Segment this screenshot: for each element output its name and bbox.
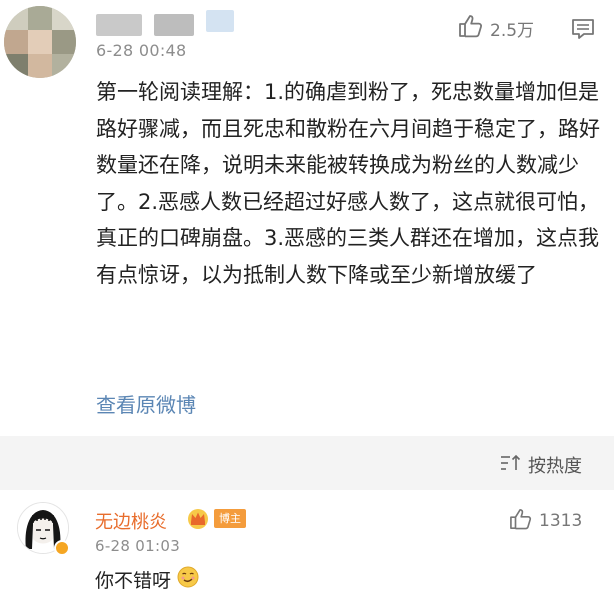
thumbs-up-icon	[509, 508, 533, 534]
comment-text-row: 你不错呀	[95, 566, 199, 593]
comment-menu-button[interactable]	[571, 18, 595, 44]
verified-badge-icon	[54, 540, 70, 556]
smirk-emoji-icon	[177, 566, 199, 593]
post-timestamp: 6-28 00:48	[96, 41, 187, 60]
weibo-comment-screen: 6-28 00:48 2.5万 第一轮阅读理解：1.的确虐到粉了，死忠数量增加但…	[0, 0, 614, 604]
sort-by-hot-button[interactable]: 按热度	[500, 452, 582, 478]
original-post: 6-28 00:48 2.5万 第一轮阅读理解：1.的确虐到粉了，死忠数量增加但…	[0, 0, 614, 436]
post-like-button[interactable]: 2.5万	[458, 14, 534, 42]
comment-like-button[interactable]: 1313	[509, 508, 582, 534]
sort-label: 按热度	[528, 456, 582, 477]
thumbs-up-icon	[458, 14, 484, 42]
post-body-text: 第一轮阅读理解：1.的确虐到粉了，死忠数量增加但是路好骤减，而且死忠和散粉在六月…	[96, 80, 600, 287]
comment-like-count: 1313	[539, 511, 583, 531]
post-like-count: 2.5万	[490, 20, 535, 41]
post-author-avatar[interactable]	[4, 6, 76, 78]
comment-text: 你不错呀	[95, 570, 172, 592]
username-redacted	[154, 14, 194, 36]
view-original-link[interactable]: 查看原微博	[96, 389, 196, 418]
sort-icon	[500, 454, 522, 476]
comment-item: 无边桃炎 博主 1313 6-28 01:03 你不错呀	[0, 490, 614, 604]
username-redacted	[206, 10, 234, 32]
crown-icon	[186, 507, 210, 533]
commenter-username[interactable]: 无边桃炎	[95, 508, 167, 534]
comment-menu-icon	[571, 19, 595, 44]
username-redacted	[96, 14, 142, 36]
host-badge: 博主	[214, 509, 246, 528]
comment-timestamp: 6-28 01:03	[95, 537, 181, 555]
sort-bar: 按热度	[0, 436, 614, 490]
